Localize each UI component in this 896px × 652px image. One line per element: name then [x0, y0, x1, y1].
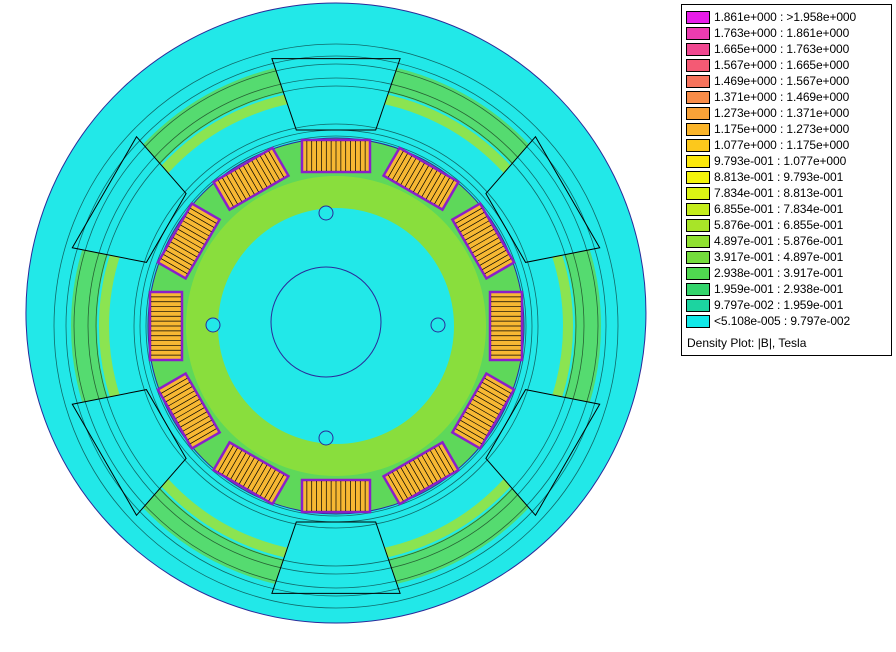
legend-entry: 9.797e-002 : 1.959e-001	[686, 297, 843, 313]
legend-swatch	[686, 170, 710, 184]
legend-swatch	[686, 90, 710, 104]
rotor-hole-top	[318, 205, 334, 221]
shaft-bore	[270, 266, 382, 378]
legend-range-label: 1.763e+000 : 1.861e+000	[714, 26, 850, 40]
legend-range-label: 9.797e-002 : 1.959e-001	[714, 298, 844, 312]
legend-entry: 1.959e-001 : 2.938e-001	[686, 281, 843, 297]
legend-swatch	[686, 74, 710, 88]
rotor-hole-right	[430, 317, 446, 333]
rotor-slot	[300, 478, 372, 514]
legend-entry: 9.793e-001 : 1.077e+000	[686, 153, 846, 169]
legend-swatch	[686, 26, 710, 40]
legend-entry: 4.897e-001 : 5.876e-001	[686, 233, 843, 249]
legend-range-label: 1.959e-001 : 2.938e-001	[714, 282, 844, 296]
rotor-slot	[488, 290, 524, 362]
legend-range-label: 7.834e-001 : 8.813e-001	[714, 186, 844, 200]
legend-swatch	[686, 298, 710, 312]
legend-entry: 6.855e-001 : 7.834e-001	[686, 201, 843, 217]
legend-range-label: 1.567e+000 : 1.665e+000	[714, 58, 850, 72]
legend-entry: <5.108e-005 : 9.797e-002	[686, 313, 850, 329]
legend-swatch	[686, 202, 710, 216]
legend-entry: 8.813e-001 : 9.793e-001	[686, 169, 843, 185]
legend-caption: Density Plot: |B|, Tesla	[687, 336, 807, 350]
legend-entry: 1.371e+000 : 1.469e+000	[686, 89, 849, 105]
legend-entry: 1.861e+000 : >1.958e+000	[686, 9, 856, 25]
legend-swatch	[686, 138, 710, 152]
field-density-plot	[25, 2, 647, 624]
legend-range-label: 1.665e+000 : 1.763e+000	[714, 42, 850, 56]
color-legend: 1.861e+000 : >1.958e+000 1.763e+000 : 1.8…	[681, 4, 892, 356]
legend-range-label: 1.077e+000 : 1.175e+000	[714, 138, 850, 152]
legend-entry: 5.876e-001 : 6.855e-001	[686, 217, 843, 233]
legend-range-label: 1.273e+000 : 1.371e+000	[714, 106, 850, 120]
legend-swatch	[686, 122, 710, 136]
legend-range-label: 2.938e-001 : 3.917e-001	[714, 266, 844, 280]
legend-range-label: 1.469e+000 : 1.567e+000	[714, 74, 850, 88]
legend-swatch	[686, 186, 710, 200]
legend-entry: 2.938e-001 : 3.917e-001	[686, 265, 843, 281]
legend-range-label: <5.108e-005 : 9.797e-002	[714, 314, 851, 328]
legend-swatch	[686, 250, 710, 264]
legend-range-label: 6.855e-001 : 7.834e-001	[714, 202, 844, 216]
legend-entry: 1.273e+000 : 1.371e+000	[686, 105, 849, 121]
legend-range-label: 1.175e+000 : 1.273e+000	[714, 122, 850, 136]
legend-swatch	[686, 282, 710, 296]
legend-swatch	[686, 218, 710, 232]
legend-range-label: 1.371e+000 : 1.469e+000	[714, 90, 850, 104]
rotor-slot	[300, 138, 372, 174]
legend-swatch	[686, 314, 710, 328]
legend-entry: 1.567e+000 : 1.665e+000	[686, 57, 849, 73]
legend-entry: 1.469e+000 : 1.567e+000	[686, 73, 849, 89]
legend-entry: 3.917e-001 : 4.897e-001	[686, 249, 843, 265]
legend-swatch	[686, 58, 710, 72]
legend-swatch	[686, 42, 710, 56]
legend-range-label: 8.813e-001 : 9.793e-001	[714, 170, 844, 184]
legend-range-label: 9.793e-001 : 1.077e+000	[714, 154, 847, 168]
legend-entry: 1.175e+000 : 1.273e+000	[686, 121, 849, 137]
legend-entry: 1.665e+000 : 1.763e+000	[686, 41, 849, 57]
legend-swatch	[686, 154, 710, 168]
legend-swatch	[686, 234, 710, 248]
legend-swatch	[686, 266, 710, 280]
legend-entry: 7.834e-001 : 8.813e-001	[686, 185, 843, 201]
legend-entry: 1.077e+000 : 1.175e+000	[686, 137, 849, 153]
rotor-slot	[148, 290, 184, 362]
legend-range-label: 1.861e+000 : >1.958e+000	[714, 10, 857, 24]
legend-range-label: 5.876e-001 : 6.855e-001	[714, 218, 844, 232]
legend-entry: 1.763e+000 : 1.861e+000	[686, 25, 849, 41]
legend-swatch	[686, 106, 710, 120]
legend-swatch	[686, 10, 710, 24]
rotor-hole-left	[205, 317, 221, 333]
legend-range-label: 3.917e-001 : 4.897e-001	[714, 250, 844, 264]
legend-range-label: 4.897e-001 : 5.876e-001	[714, 234, 844, 248]
rotor-hole-bottom	[318, 430, 334, 446]
